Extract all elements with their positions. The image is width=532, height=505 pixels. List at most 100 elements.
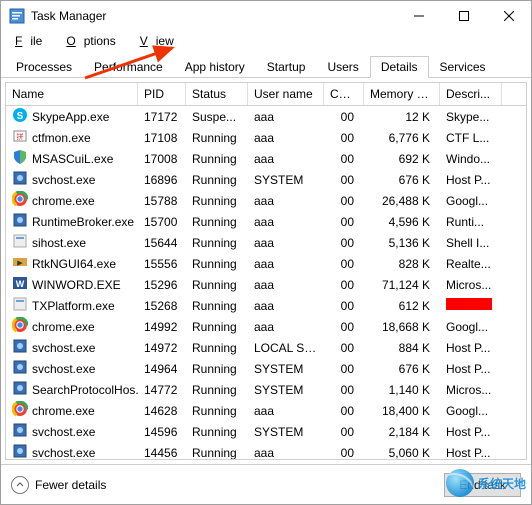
- process-icon: [12, 212, 28, 231]
- process-description: [440, 298, 502, 313]
- process-row[interactable]: sihost.exe15644Runningaaa005,136 KShell …: [6, 232, 526, 253]
- process-description: Host P...: [440, 173, 502, 187]
- svg-text:▶: ▶: [17, 260, 23, 267]
- col-name[interactable]: Name: [6, 83, 138, 105]
- col-status[interactable]: Status: [186, 83, 248, 105]
- process-description: Runti...: [440, 215, 502, 229]
- process-description: Realte...: [440, 257, 502, 271]
- maximize-button[interactable]: [441, 1, 486, 31]
- process-status: Suspe...: [186, 110, 248, 124]
- process-status: Running: [186, 383, 248, 397]
- process-user: aaa: [248, 320, 324, 334]
- process-icon: [12, 296, 28, 315]
- process-user: aaa: [248, 131, 324, 145]
- process-memory: 612 K: [364, 299, 440, 313]
- process-list[interactable]: SSkypeApp.exe17172Suspe...aaa0012 KSkype…: [5, 106, 527, 460]
- titlebar: Task Manager: [1, 1, 531, 31]
- svg-text:S: S: [17, 111, 24, 122]
- process-memory: 828 K: [364, 257, 440, 271]
- process-name: TXPlatform.exe: [32, 299, 115, 313]
- column-headers: Name PID Status User name CPU Memory (p.…: [5, 82, 527, 106]
- process-description: Googl...: [440, 320, 502, 334]
- col-pid[interactable]: PID: [138, 83, 186, 105]
- process-cpu: 00: [324, 215, 364, 229]
- process-pid: 15700: [138, 215, 186, 229]
- tab-users[interactable]: Users: [316, 56, 369, 78]
- process-icon: [12, 233, 28, 252]
- process-row[interactable]: chrome.exe14992Runningaaa0018,668 KGoogl…: [6, 316, 526, 337]
- process-description: Shell I...: [440, 236, 502, 250]
- watermark: 系统天地: [446, 469, 526, 497]
- process-user: SYSTEM: [248, 173, 324, 187]
- process-row[interactable]: 拼ctfmon.exe17108Runningaaa006,776 KCTF L…: [6, 127, 526, 148]
- process-icon: [12, 443, 28, 460]
- process-row[interactable]: SSkypeApp.exe17172Suspe...aaa0012 KSkype…: [6, 106, 526, 127]
- process-pid: 15644: [138, 236, 186, 250]
- process-row[interactable]: RuntimeBroker.exe15700Runningaaa004,596 …: [6, 211, 526, 232]
- process-user: SYSTEM: [248, 425, 324, 439]
- process-name: svchost.exe: [32, 173, 95, 187]
- process-memory: 5,060 K: [364, 446, 440, 460]
- minimize-button[interactable]: [396, 1, 441, 31]
- process-icon: [12, 401, 28, 420]
- process-description: Windo...: [440, 152, 502, 166]
- process-description: Host P...: [440, 362, 502, 376]
- process-row[interactable]: svchost.exe14964RunningSYSTEM00676 KHost…: [6, 358, 526, 379]
- window-title: Task Manager: [31, 9, 396, 23]
- process-row[interactable]: chrome.exe15788Runningaaa0026,488 KGoogl…: [6, 190, 526, 211]
- process-row[interactable]: svchost.exe14972RunningLOCAL SE...00884 …: [6, 337, 526, 358]
- process-memory: 4,596 K: [364, 215, 440, 229]
- tab-app-history[interactable]: App history: [174, 56, 256, 78]
- process-memory: 6,776 K: [364, 131, 440, 145]
- process-memory: 692 K: [364, 152, 440, 166]
- process-row[interactable]: svchost.exe16896RunningSYSTEM00676 KHost…: [6, 169, 526, 190]
- process-name: SearchProtocolHos...: [32, 383, 138, 397]
- task-manager-window: Task Manager File Options View Processes…: [0, 0, 532, 505]
- process-description: Host P...: [440, 446, 502, 460]
- process-row[interactable]: TXPlatform.exe15268Runningaaa00612 K: [6, 295, 526, 316]
- menu-view[interactable]: View: [132, 34, 190, 48]
- menu-file[interactable]: File: [7, 34, 58, 48]
- process-row[interactable]: svchost.exe14456Runningaaa005,060 KHost …: [6, 442, 526, 460]
- col-user[interactable]: User name: [248, 83, 324, 105]
- process-icon: [12, 149, 28, 168]
- process-name: WINWORD.EXE: [32, 278, 121, 292]
- process-description: Micros...: [440, 278, 502, 292]
- process-row[interactable]: svchost.exe14596RunningSYSTEM002,184 KHo…: [6, 421, 526, 442]
- process-description: Micros...: [440, 383, 502, 397]
- process-pid: 14628: [138, 404, 186, 418]
- process-pid: 14596: [138, 425, 186, 439]
- col-memory[interactable]: Memory (p...: [364, 83, 440, 105]
- tab-performance[interactable]: Performance: [83, 56, 174, 78]
- process-pid: 14992: [138, 320, 186, 334]
- col-cpu[interactable]: CPU: [324, 83, 364, 105]
- process-row[interactable]: WWINWORD.EXE15296Runningaaa0071,124 KMic…: [6, 274, 526, 295]
- menu-options[interactable]: Options: [58, 34, 131, 48]
- tab-services[interactable]: Services: [429, 56, 497, 78]
- tab-details[interactable]: Details: [370, 56, 429, 78]
- svg-text:拼: 拼: [17, 132, 24, 141]
- redacted-block: [446, 298, 492, 310]
- tab-processes[interactable]: Processes: [5, 56, 83, 78]
- tab-startup[interactable]: Startup: [256, 56, 317, 78]
- process-row[interactable]: chrome.exe14628Runningaaa0018,400 KGoogl…: [6, 400, 526, 421]
- process-icon: [12, 380, 28, 399]
- process-row[interactable]: ▶RtkNGUI64.exe15556Runningaaa00828 KReal…: [6, 253, 526, 274]
- process-row[interactable]: MSASCuiL.exe17008Runningaaa00692 KWindo.…: [6, 148, 526, 169]
- process-row[interactable]: SearchProtocolHos...14772RunningSYSTEM00…: [6, 379, 526, 400]
- process-pid: 15788: [138, 194, 186, 208]
- process-status: Running: [186, 320, 248, 334]
- fewer-details-button[interactable]: Fewer details: [11, 476, 106, 494]
- process-cpu: 00: [324, 404, 364, 418]
- process-cpu: 00: [324, 131, 364, 145]
- close-button[interactable]: [486, 1, 531, 31]
- process-cpu: 00: [324, 341, 364, 355]
- process-name: SkypeApp.exe: [32, 110, 109, 124]
- chevron-up-icon: [11, 476, 29, 494]
- process-user: aaa: [248, 404, 324, 418]
- col-description[interactable]: Descri...: [440, 83, 502, 105]
- process-description: Host P...: [440, 341, 502, 355]
- process-name: svchost.exe: [32, 425, 95, 439]
- process-name: chrome.exe: [32, 194, 95, 208]
- process-description: CTF L...: [440, 131, 502, 145]
